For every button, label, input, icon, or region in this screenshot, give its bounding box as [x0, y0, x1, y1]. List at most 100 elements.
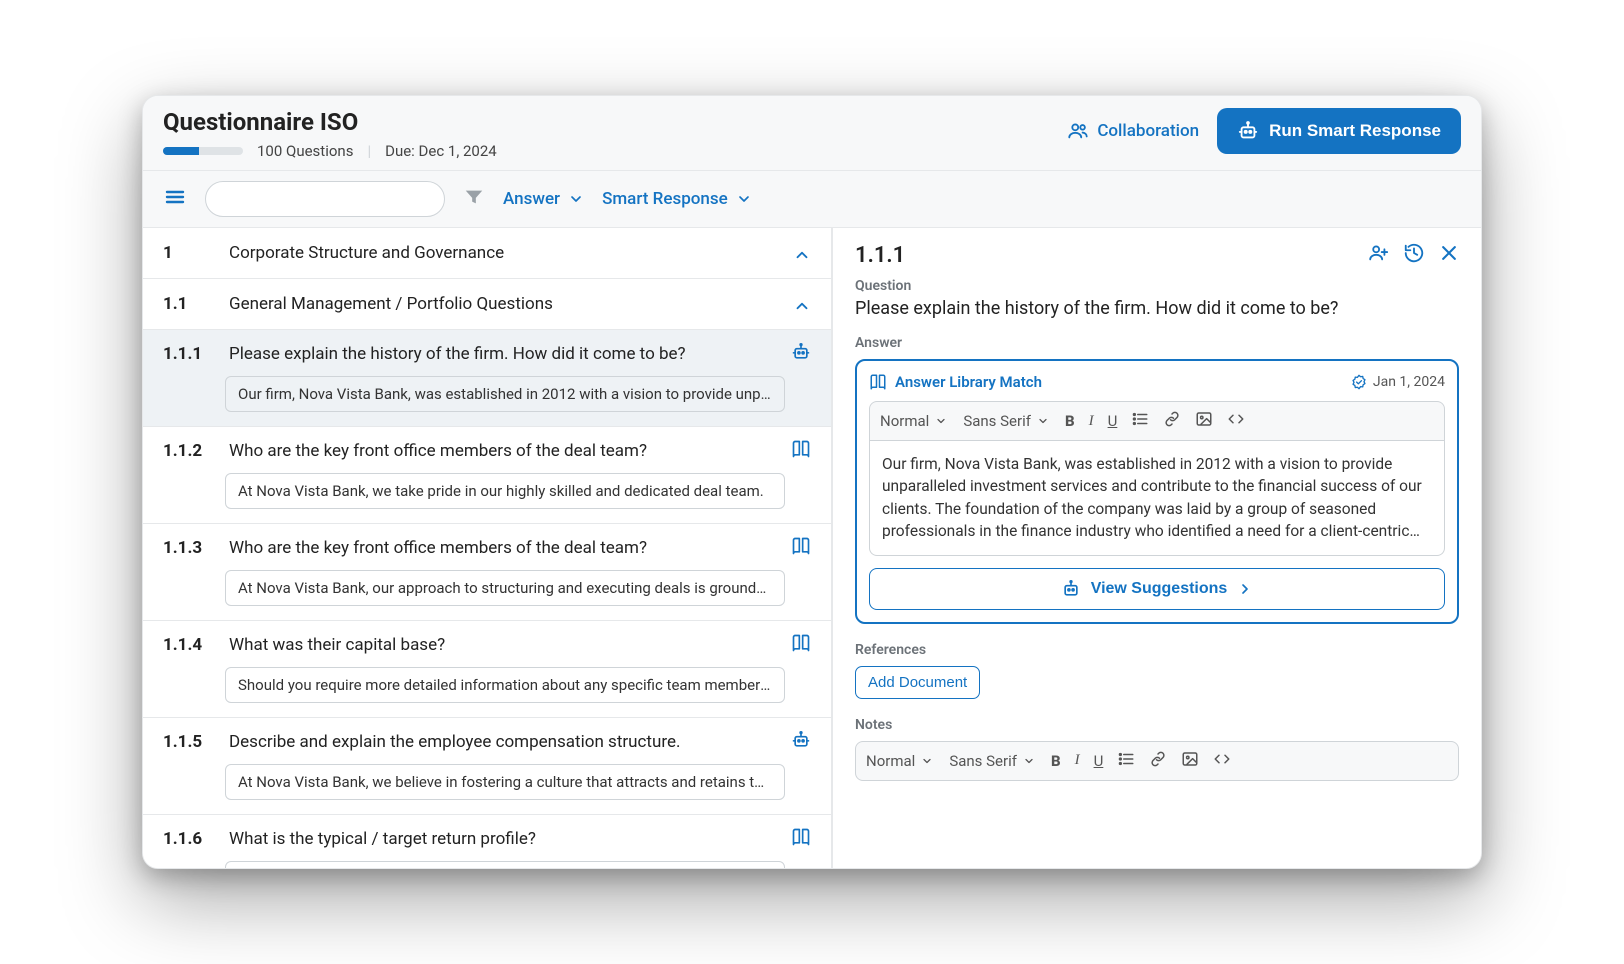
separator: |: [367, 142, 371, 160]
question-label: Question: [855, 278, 1459, 294]
add-person-icon[interactable]: [1367, 242, 1389, 268]
collapse-icon[interactable]: [793, 242, 811, 264]
collapse-icon[interactable]: [793, 293, 811, 315]
run-smart-response-button[interactable]: Run Smart Response: [1217, 108, 1461, 154]
robot-icon: [1061, 579, 1081, 599]
answer-box: Answer Library Match Jan 1, 2024 Normal …: [855, 359, 1459, 624]
answer-editor-body[interactable]: Our firm, Nova Vista Bank, was establish…: [869, 441, 1445, 556]
style-label: Normal: [880, 412, 929, 430]
book-icon: [869, 373, 887, 391]
match-row: Answer Library Match Jan 1, 2024: [869, 373, 1445, 391]
question-num: 1.1.6: [163, 829, 211, 849]
question-num: 1.1.1: [163, 344, 211, 364]
people-icon: [1067, 120, 1089, 142]
code-icon[interactable]: [1213, 750, 1231, 772]
style-dropdown[interactable]: Normal: [880, 412, 947, 430]
section-row-1[interactable]: 1 Corporate Structure and Governance: [143, 228, 831, 279]
answer-body-text: Our firm, Nova Vista Bank, was establish…: [882, 453, 1432, 543]
page-title: Questionnaire ISO: [163, 108, 497, 136]
link-icon[interactable]: [1163, 410, 1181, 432]
question-row[interactable]: 1.1.2 Who are the key front office membe…: [143, 427, 831, 524]
chevron-down-icon: [568, 191, 584, 207]
run-smart-response-label: Run Smart Response: [1269, 121, 1441, 141]
question-num: 1.1.4: [163, 635, 211, 655]
robot-icon[interactable]: [791, 342, 811, 366]
header-sub-row: 100 Questions | Due: Dec 1, 2024: [163, 142, 497, 160]
library-match-link[interactable]: Answer Library Match: [869, 373, 1042, 391]
library-match-label: Answer Library Match: [895, 373, 1042, 391]
header-right: Collaboration Run Smart Response: [1067, 108, 1461, 154]
view-suggestions-button[interactable]: View Suggestions: [869, 568, 1445, 610]
section-label: Corporate Structure and Governance: [229, 243, 775, 263]
match-date: Jan 1, 2024: [1351, 374, 1445, 390]
smart-response-dropdown[interactable]: Smart Response: [602, 189, 752, 209]
question-rows: 1.1.1 Please explain the history of the …: [143, 330, 831, 868]
link-icon[interactable]: [1149, 750, 1167, 772]
bold-icon[interactable]: B: [1065, 412, 1075, 430]
list-icon[interactable]: [1117, 750, 1135, 772]
notes-style-dropdown[interactable]: Normal: [866, 752, 933, 770]
question-row[interactable]: 1.1.5 Describe and explain the employee …: [143, 718, 831, 815]
answer-preview: Should you require more detailed informa…: [225, 667, 785, 703]
collaboration-link[interactable]: Collaboration: [1067, 120, 1199, 142]
chevron-down-icon: [1023, 755, 1035, 767]
list-icon[interactable]: [1131, 410, 1149, 432]
code-icon[interactable]: [1227, 410, 1245, 432]
image-icon[interactable]: [1195, 410, 1213, 432]
question-row[interactable]: 1.1.3 Who are the key front office membe…: [143, 524, 831, 621]
notes-editor-toolbar: Normal Sans Serif B I U: [855, 741, 1459, 781]
history-icon[interactable]: [1403, 242, 1425, 268]
filter-icon[interactable]: [463, 186, 485, 212]
underline-icon[interactable]: U: [1094, 752, 1104, 770]
question-num: 1.1.5: [163, 732, 211, 752]
answer-preview: At Nova Vista Bank, we take pride in our…: [225, 473, 785, 509]
detail-header: 1.1.1: [855, 242, 1459, 268]
question-title: Who are the key front office members of …: [229, 441, 773, 461]
editor-format-icons: B I U: [1065, 410, 1245, 432]
book-icon[interactable]: [791, 439, 811, 463]
question-title: Please explain the history of the firm. …: [229, 344, 773, 364]
app-window: Questionnaire ISO 100 Questions | Due: D…: [142, 95, 1482, 869]
robot-icon[interactable]: [791, 730, 811, 754]
font-label: Sans Serif: [963, 412, 1031, 430]
menu-icon[interactable]: [163, 185, 187, 213]
question-title: What is the typical / target return prof…: [229, 829, 773, 849]
underline-icon[interactable]: U: [1108, 412, 1118, 430]
image-icon[interactable]: [1181, 750, 1199, 772]
question-row[interactable]: 1.1.4 What was their capital base? Shoul…: [143, 621, 831, 718]
answer-dropdown-label: Answer: [503, 189, 560, 209]
book-icon[interactable]: [791, 536, 811, 560]
notes-label: Notes: [855, 717, 1459, 733]
question-title: Describe and explain the employee compen…: [229, 732, 773, 752]
question-row[interactable]: 1.1.1 Please explain the history of the …: [143, 330, 831, 427]
section-num: 1.1: [163, 294, 211, 314]
collaboration-label: Collaboration: [1097, 121, 1199, 141]
notes-font-dropdown[interactable]: Sans Serif: [949, 752, 1035, 770]
font-dropdown[interactable]: Sans Serif: [963, 412, 1049, 430]
question-title: What was their capital base?: [229, 635, 773, 655]
question-num: 1.1.3: [163, 538, 211, 558]
bold-icon[interactable]: B: [1051, 752, 1061, 770]
due-label: Due: Dec 1, 2024: [385, 142, 497, 160]
references-label: References: [855, 642, 1459, 658]
answer-label: Answer: [855, 335, 1459, 351]
italic-icon[interactable]: I: [1089, 413, 1094, 430]
close-icon[interactable]: [1439, 243, 1459, 267]
section-label: General Management / Portfolio Questions: [229, 294, 775, 314]
question-num: 1.1.2: [163, 441, 211, 461]
answer-preview: At Nova Vista Bank, the commitment and a…: [225, 861, 785, 868]
answer-preview: At Nova Vista Bank, our approach to stru…: [225, 570, 785, 606]
detail-pane: 1.1.1 Question Please explain the histor…: [833, 228, 1481, 868]
book-icon[interactable]: [791, 827, 811, 851]
chevron-right-icon: [1237, 581, 1253, 597]
answer-dropdown[interactable]: Answer: [503, 189, 584, 209]
book-icon[interactable]: [791, 633, 811, 657]
question-list[interactable]: 1 Corporate Structure and Governance 1.1…: [143, 228, 833, 868]
question-row[interactable]: 1.1.6 What is the typical / target retur…: [143, 815, 831, 868]
header-left: Questionnaire ISO 100 Questions | Due: D…: [163, 108, 497, 160]
progress-fill: [163, 147, 199, 155]
search-input[interactable]: [205, 181, 445, 217]
italic-icon[interactable]: I: [1075, 752, 1080, 769]
section-row-1-1[interactable]: 1.1 General Management / Portfolio Quest…: [143, 279, 831, 330]
add-document-button[interactable]: Add Document: [855, 666, 980, 699]
